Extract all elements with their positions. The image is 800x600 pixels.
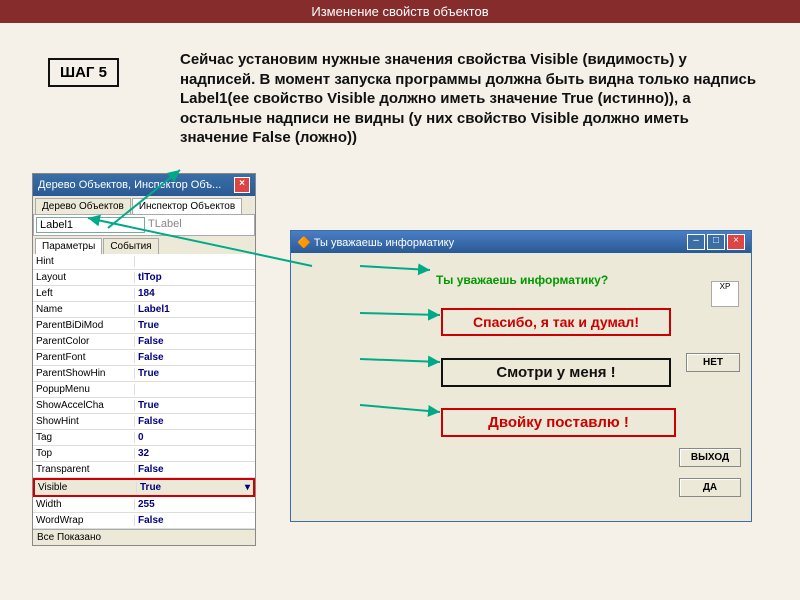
prop-key: ShowAccelCha	[33, 400, 135, 411]
minimize-icon[interactable]: –	[687, 234, 705, 250]
object-type: TLabel	[145, 217, 252, 233]
prop-value: False	[135, 416, 255, 427]
property-row[interactable]: TransparentFalse	[33, 462, 255, 478]
prop-key: Transparent	[33, 464, 135, 475]
prop-value: 0	[135, 432, 255, 443]
property-row[interactable]: Hint	[33, 254, 255, 270]
page-title: Изменение свойств объектов	[0, 0, 800, 23]
prop-key: ParentFont	[33, 352, 135, 363]
prop-key: Top	[33, 448, 135, 459]
prop-value: 255	[135, 499, 255, 510]
inspector-footer: Все Показано	[33, 529, 255, 545]
prop-value: False	[135, 515, 255, 526]
message-1: Спасибо, я так и думал!	[441, 308, 671, 336]
property-row[interactable]: Left184	[33, 286, 255, 302]
sub-tabs: Параметры События	[33, 236, 255, 254]
prop-value: tlTop	[135, 272, 255, 283]
prop-key: Tag	[33, 432, 135, 443]
maximize-icon[interactable]: □	[707, 234, 725, 250]
preview-window: 🔶 Ты уважаешь информатику – □ × Ты уважа…	[290, 230, 752, 522]
window-buttons: – □ ×	[687, 234, 745, 250]
inspector-title: Дерево Объектов, Инспектор Объ...	[38, 179, 221, 191]
property-row[interactable]: Top32	[33, 446, 255, 462]
prop-value: True	[135, 400, 255, 411]
property-row[interactable]: ShowHintFalse	[33, 414, 255, 430]
property-row[interactable]: PopupMenu	[33, 382, 255, 398]
prop-value: False	[135, 352, 255, 363]
close-icon[interactable]: ×	[727, 234, 745, 250]
top-tabs: Дерево Объектов Инспектор Объектов	[33, 196, 255, 214]
preview-title-text: 🔶 Ты уважаешь информатику	[297, 236, 454, 249]
chevron-down-icon[interactable]: ▾	[245, 482, 250, 493]
yes-button[interactable]: ДА	[679, 478, 741, 497]
prop-value: False	[135, 336, 255, 347]
prop-key: Visible	[35, 482, 137, 493]
property-row[interactable]: ParentColorFalse	[33, 334, 255, 350]
inspector-titlebar: Дерево Объектов, Инспектор Объ... ×	[33, 174, 255, 196]
step-label: ШАГ 5	[48, 58, 119, 87]
prop-value[interactable]: True▾	[137, 482, 253, 493]
prop-key: ShowHint	[33, 416, 135, 427]
tab-events[interactable]: События	[103, 238, 158, 254]
prop-value: 184	[135, 288, 255, 299]
property-row[interactable]: LayouttlTop	[33, 270, 255, 286]
property-row[interactable]: ShowAccelChaTrue	[33, 398, 255, 414]
tab-tree[interactable]: Дерево Объектов	[35, 198, 131, 214]
question-label: Ты уважаешь информатику?	[436, 273, 608, 287]
property-row[interactable]: ParentFontFalse	[33, 350, 255, 366]
prop-value: True	[135, 320, 255, 331]
description-text: Сейчас установим нужные значения свойств…	[180, 50, 760, 148]
prop-key: Width	[33, 499, 135, 510]
prop-key: ParentBiDiMod	[33, 320, 135, 331]
prop-value: True	[135, 368, 255, 379]
property-row[interactable]: Tag0	[33, 430, 255, 446]
property-grid-2: Width255WordWrapFalse	[33, 497, 255, 529]
xp-badge: XP	[711, 281, 739, 307]
exit-button[interactable]: ВЫХОД	[679, 448, 741, 467]
message-2: Смотри у меня !	[441, 358, 671, 387]
tab-inspector[interactable]: Инспектор Объектов	[132, 198, 242, 214]
preview-body: Ты уважаешь информатику? XP Спасибо, я т…	[291, 253, 751, 513]
property-row[interactable]: WordWrapFalse	[33, 513, 255, 529]
prop-key: PopupMenu	[33, 384, 135, 395]
close-icon[interactable]: ×	[234, 177, 250, 193]
property-row[interactable]: Width255	[33, 497, 255, 513]
property-row[interactable]: ParentBiDiModTrue	[33, 318, 255, 334]
visible-property-row[interactable]: Visible True▾	[33, 478, 255, 497]
property-row[interactable]: NameLabel1	[33, 302, 255, 318]
prop-value: Label1	[135, 304, 255, 315]
prop-key: ParentShowHin	[33, 368, 135, 379]
tab-params[interactable]: Параметры	[35, 238, 102, 254]
prop-value: 32	[135, 448, 255, 459]
property-grid: HintLayouttlTopLeft184NameLabel1ParentBi…	[33, 254, 255, 478]
message-3: Двойку поставлю !	[441, 408, 676, 437]
property-row[interactable]: ParentShowHinTrue	[33, 366, 255, 382]
prop-key: ParentColor	[33, 336, 135, 347]
prop-key: Layout	[33, 272, 135, 283]
prop-key: Name	[33, 304, 135, 315]
prop-key: Left	[33, 288, 135, 299]
prop-key: Hint	[33, 256, 135, 267]
no-button[interactable]: НЕТ	[686, 353, 740, 372]
preview-titlebar: 🔶 Ты уважаешь информатику – □ ×	[291, 231, 751, 253]
prop-key: WordWrap	[33, 515, 135, 526]
object-inspector-window: Дерево Объектов, Инспектор Объ... × Дере…	[32, 173, 256, 546]
object-selector[interactable]: Label1 TLabel	[33, 214, 255, 236]
prop-value: False	[135, 464, 255, 475]
object-name: Label1	[36, 217, 145, 233]
